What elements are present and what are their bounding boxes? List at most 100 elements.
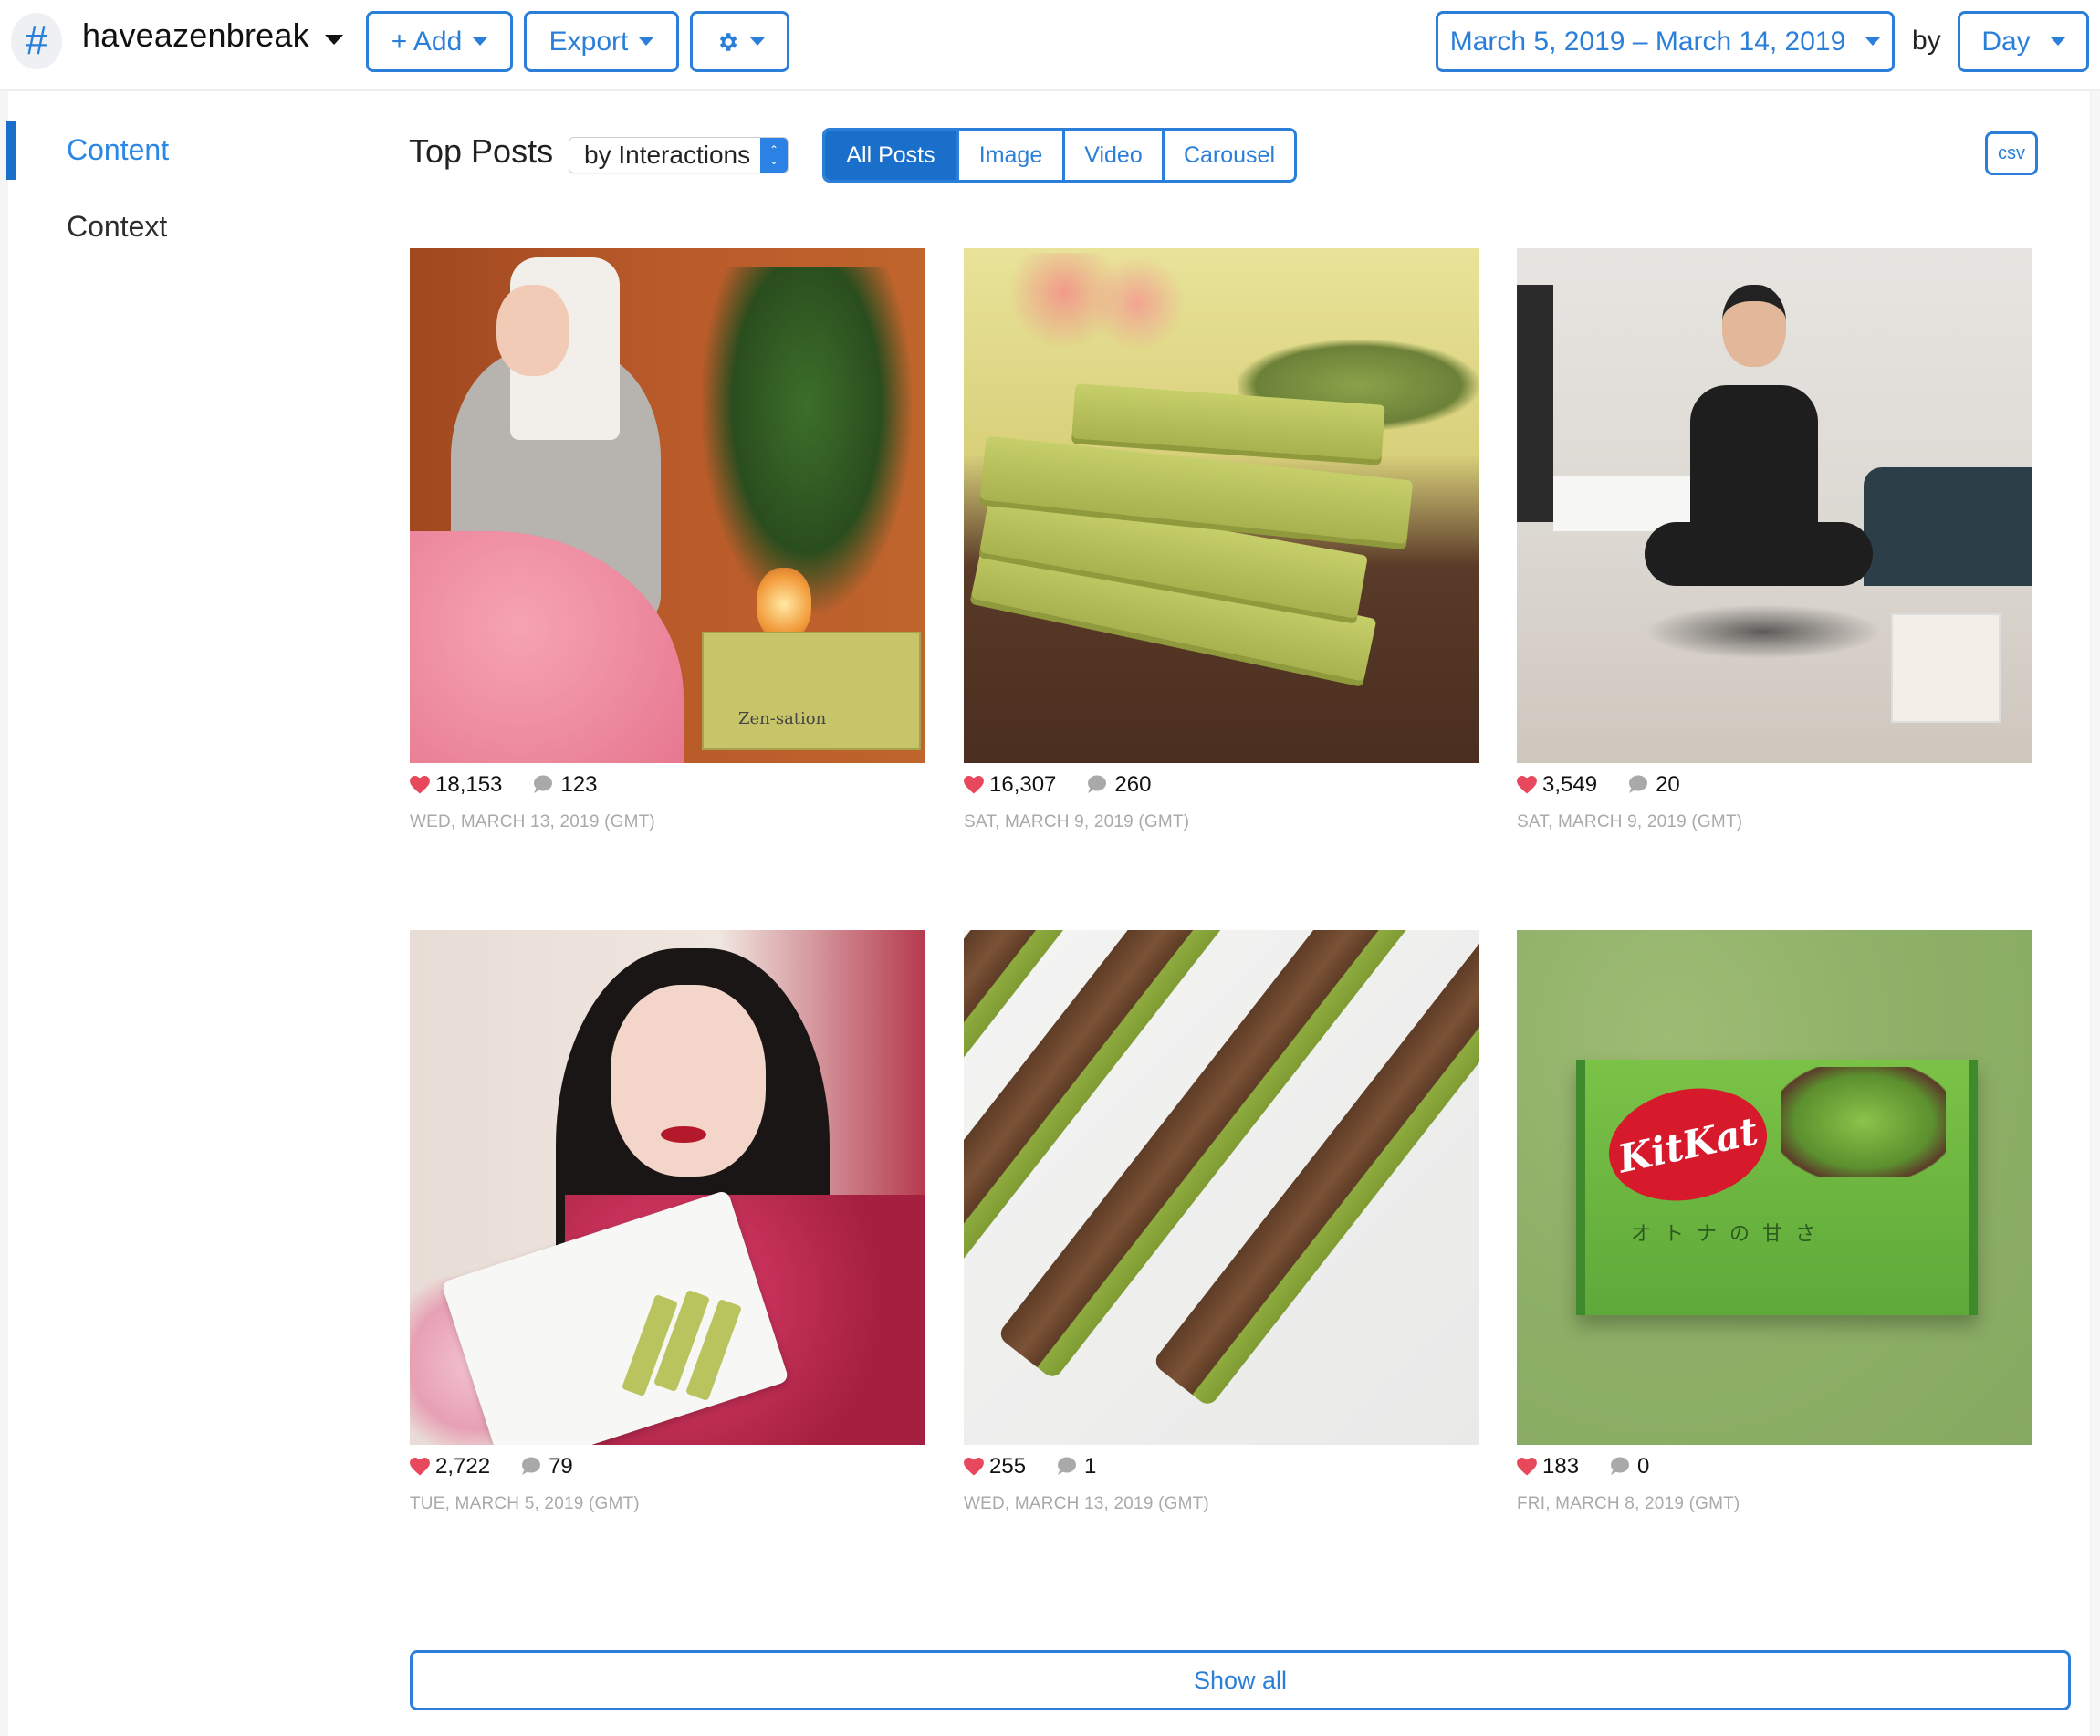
post-stats: 18,153 123 (410, 772, 597, 798)
comment-icon (1629, 775, 1648, 793)
sofa-shape (1864, 467, 2032, 586)
csv-export-button[interactable]: csv (1985, 131, 2038, 175)
select-stepper-icon: ⌃ ⌄ (760, 138, 788, 173)
post-thumbnail[interactable]: Zen-sation (410, 248, 925, 763)
post-stats: 183 0 (1517, 1454, 1649, 1480)
comments-count: 20 (1656, 772, 1680, 797)
date-range-label: March 5, 2019 – March 14, 2019 (1449, 26, 1846, 57)
sort-by-value: by Interactions (584, 141, 751, 169)
settings-button[interactable] (690, 11, 789, 72)
export-button[interactable]: Export (524, 11, 679, 72)
comments-count: 79 (549, 1454, 573, 1479)
comment-icon (1611, 1457, 1630, 1475)
lamp-shape (757, 568, 811, 641)
box-shape (702, 632, 921, 750)
likes-count: 18,153 (435, 772, 503, 797)
likes-count: 183 (1542, 1454, 1580, 1479)
face-shape (611, 985, 766, 1177)
post-stats: 2,722 79 (410, 1454, 573, 1480)
top-header: # haveazenbreak + Add Export March 5, 20… (0, 0, 2100, 91)
section-title: Top Posts (409, 132, 554, 170)
caret-down-icon (749, 37, 765, 46)
sidebar-item-context[interactable]: Context (67, 210, 167, 244)
gear-icon (719, 32, 737, 51)
add-button[interactable]: + Add (366, 11, 513, 72)
blossom-shape (1009, 253, 1192, 353)
post-thumbnail[interactable] (1517, 248, 2032, 763)
legs-shape (1645, 522, 1873, 586)
post-stats: 3,549 20 (1517, 772, 1680, 798)
body-shape (1690, 385, 1818, 540)
granularity-label: Day (1981, 26, 2031, 57)
post-card: KitKat オトナの甘さ 183 0 FRI, MARCH 8, 2019 (… (1517, 930, 2032, 1513)
post-card: 255 1 WED, MARCH 13, 2019 (GMT) (964, 930, 1479, 1513)
likes-count: 16,307 (989, 772, 1057, 797)
post-date: SAT, MARCH 9, 2019 (GMT) (1517, 812, 1743, 831)
add-button-label: + Add (391, 26, 463, 57)
heart-icon (964, 776, 984, 794)
filter-image[interactable]: Image (956, 131, 1062, 180)
shadow-shape (1645, 604, 1882, 659)
export-button-label: Export (549, 26, 629, 57)
sort-by-select[interactable]: by Interactions ⌃ ⌄ (569, 137, 789, 173)
heart-icon (410, 776, 430, 794)
heart-icon (964, 1458, 984, 1476)
box-text: Zen-sation (738, 709, 827, 728)
head-shape (1722, 285, 1786, 367)
post-card: 2,722 79 TUE, MARCH 5, 2019 (GMT) (410, 930, 925, 1513)
sidebar-active-indicator (6, 121, 16, 180)
comments-count: 0 (1637, 1454, 1650, 1479)
granularity-dropdown[interactable]: Day (1958, 11, 2089, 72)
post-card: 3,549 20 SAT, MARCH 9, 2019 (GMT) (1517, 248, 2032, 831)
scrollbar-track[interactable] (2090, 91, 2100, 1736)
caret-down-icon (2050, 37, 2065, 46)
package-text: オトナの甘さ (1631, 1222, 1829, 1245)
comments-count: 1 (1084, 1454, 1097, 1479)
bowl-shape (1781, 1067, 1946, 1177)
heart-icon (1517, 1458, 1537, 1476)
caret-down-icon (1865, 37, 1881, 46)
hashtag-symbol: # (25, 18, 48, 63)
lips-shape (661, 1126, 706, 1143)
post-type-filter: All Posts Image Video Carousel (822, 128, 1297, 183)
box-shape (1891, 613, 2001, 723)
face-shape (496, 285, 569, 376)
account-dropdown-caret-icon[interactable] (325, 35, 343, 45)
post-thumbnail[interactable]: KitKat オトナの甘さ (1517, 930, 2032, 1445)
by-label: by (1912, 26, 1941, 56)
tv-shape (1517, 285, 1553, 522)
date-range-picker[interactable]: March 5, 2019 – March 14, 2019 (1436, 11, 1895, 72)
filter-carousel[interactable]: Carousel (1162, 131, 1294, 180)
plant-shape (702, 267, 912, 613)
post-date: WED, MARCH 13, 2019 (GMT) (964, 1494, 1209, 1513)
likes-count: 3,549 (1542, 772, 1598, 797)
post-date: FRI, MARCH 8, 2019 (GMT) (1517, 1494, 1740, 1513)
heart-icon (1517, 776, 1537, 794)
post-card: Zen-sation 18,153 123 WED, MARCH 13, 201… (410, 248, 925, 831)
post-stats: 16,307 260 (964, 772, 1151, 798)
comments-count: 260 (1114, 772, 1152, 797)
post-thumbnail[interactable] (964, 248, 1479, 763)
comment-icon (534, 775, 553, 793)
post-date: TUE, MARCH 5, 2019 (GMT) (410, 1494, 640, 1513)
sidebar-item-content[interactable]: Content (67, 133, 169, 167)
likes-count: 255 (989, 1454, 1027, 1479)
filter-video[interactable]: Video (1062, 131, 1162, 180)
account-name[interactable]: haveazenbreak (82, 16, 309, 55)
sidebar-edge (0, 91, 8, 1736)
comments-count: 123 (560, 772, 598, 797)
show-all-button[interactable]: Show all (410, 1650, 2071, 1710)
likes-count: 2,722 (435, 1454, 491, 1479)
post-date: SAT, MARCH 9, 2019 (GMT) (964, 812, 1190, 831)
comment-icon (1088, 775, 1107, 793)
comment-icon (522, 1457, 541, 1475)
filter-all-posts[interactable]: All Posts (825, 131, 956, 180)
hashtag-icon: # (11, 13, 62, 69)
post-stats: 255 1 (964, 1454, 1096, 1480)
post-card: 16,307 260 SAT, MARCH 9, 2019 (GMT) (964, 248, 1479, 831)
caret-down-icon (473, 37, 488, 46)
post-date: WED, MARCH 13, 2019 (GMT) (410, 812, 655, 831)
post-thumbnail[interactable] (410, 930, 925, 1445)
caret-down-icon (639, 37, 654, 46)
post-thumbnail[interactable] (964, 930, 1479, 1445)
